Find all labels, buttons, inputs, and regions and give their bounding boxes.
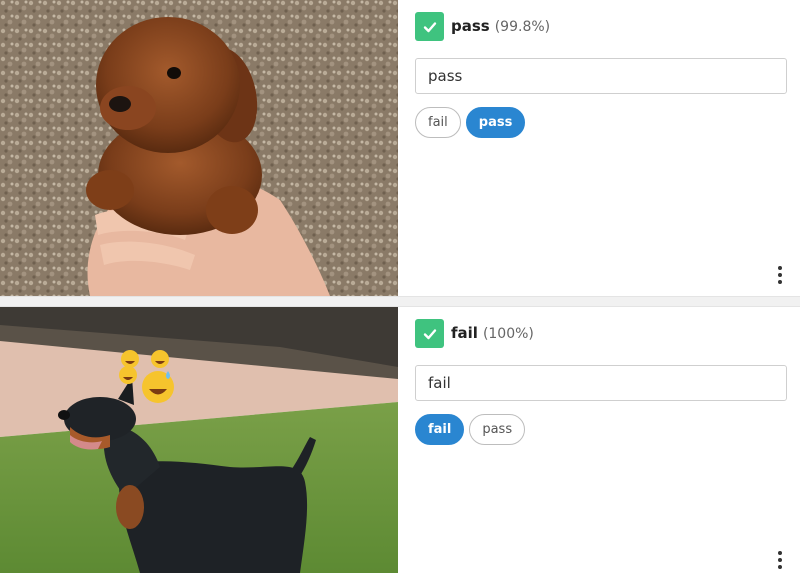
check-icon[interactable] <box>415 319 444 348</box>
card-image-doberman <box>0 307 398 573</box>
predicted-label: pass (99.8%) <box>451 17 550 35</box>
label-input[interactable] <box>415 365 787 401</box>
predicted-label-text: pass <box>451 17 490 35</box>
check-icon[interactable] <box>415 12 444 41</box>
option-fail-button[interactable]: fail <box>415 107 461 138</box>
predicted-label: fail (100%) <box>451 324 534 342</box>
card-divider <box>0 296 800 307</box>
confidence-text: (100%) <box>482 326 534 342</box>
label-options: fail pass <box>415 414 526 445</box>
more-vertical-icon[interactable] <box>774 264 786 286</box>
option-pass-button[interactable]: pass <box>469 414 526 445</box>
more-vertical-icon[interactable] <box>774 549 786 571</box>
prediction-panel: pass(99.8%) fail pass <box>415 0 787 296</box>
label-input[interactable] <box>415 58 787 94</box>
prediction-panel-2: fail(100%) fail pass <box>415 307 787 573</box>
option-pass-button[interactable]: pass <box>465 107 526 138</box>
confidence-text: (99.8%) <box>494 19 551 35</box>
result-card-2: fail(100%) fail pass <box>0 307 800 573</box>
card-image-puppy <box>0 0 398 296</box>
label-options: fail pass <box>415 107 526 138</box>
result-card-1: pass(99.8%) fail pass <box>0 0 800 296</box>
predicted-label-text: fail <box>451 324 478 342</box>
option-fail-button[interactable]: fail <box>415 414 465 445</box>
